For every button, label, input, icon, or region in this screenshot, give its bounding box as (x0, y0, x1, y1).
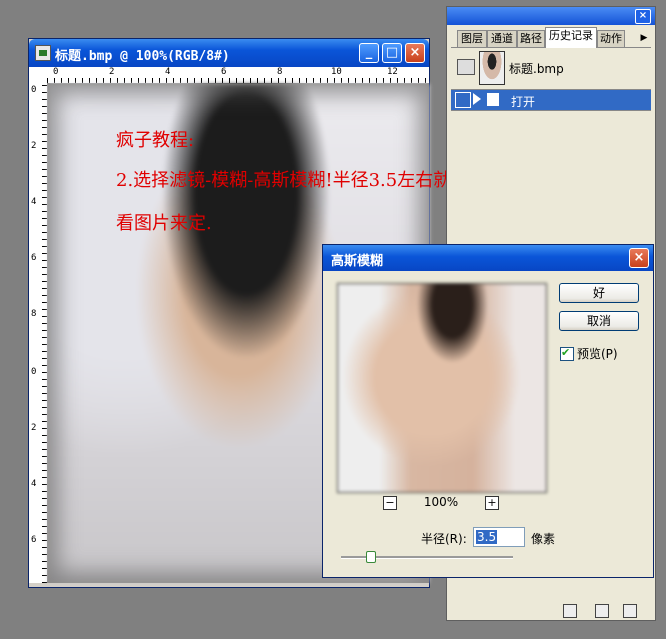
gaussian-blur-dialog[interactable]: 高斯模糊 × − 100% + 好 取消 预览(P) 半径(R): 3.5 像素 (322, 244, 654, 578)
snapshot-thumbnail (479, 51, 505, 85)
horizontal-ruler[interactable]: 0 2 4 6 8 10 12 (47, 67, 429, 84)
ruler-v-label: 6 (31, 535, 37, 545)
tutorial-note-step: 2.选择滤镜-模糊-高斯模糊!半径3.5左右就行了! (116, 170, 495, 191)
ruler-corner[interactable] (29, 67, 48, 84)
ruler-v-label: 4 (31, 197, 37, 207)
palette-footer (451, 602, 651, 618)
dialog-titlebar[interactable]: 高斯模糊 × (323, 245, 653, 271)
new-snapshot-icon[interactable] (595, 604, 609, 618)
zoom-level: 100% (423, 495, 459, 509)
preview-label[interactable]: 预览(P) (577, 345, 618, 362)
ok-button[interactable]: 好 (559, 283, 639, 303)
document-icon (35, 45, 51, 61)
document-step-icon (487, 93, 499, 106)
close-button[interactable]: × (405, 43, 425, 63)
radius-input[interactable]: 3.5 (473, 527, 525, 547)
palette-tabs: 图层 通道 路径 历史记录 动作 ▶ (451, 27, 651, 48)
ruler-v-label: 2 (31, 141, 37, 151)
history-brush-icon[interactable] (457, 59, 475, 75)
history-item-label: 打开 (511, 95, 536, 109)
history-item-open[interactable]: 打开 (451, 89, 651, 111)
close-icon: × (638, 10, 648, 21)
ruler-h-label: 0 (53, 67, 59, 77)
ruler-h-label: 2 (109, 67, 115, 77)
palette-titlebar[interactable]: × (447, 7, 655, 25)
ruler-v-label: 4 (31, 479, 37, 489)
palette-close-button[interactable]: × (635, 9, 651, 24)
trash-icon[interactable] (623, 604, 637, 618)
preview-checkbox[interactable] (560, 346, 574, 361)
ruler-v-label: 6 (31, 253, 37, 263)
vertical-ruler[interactable]: 0 2 4 6 8 0 2 4 6 (29, 83, 48, 583)
document-title: 标题.bmp @ 100%(RGB/8#) (55, 49, 230, 64)
maximize-icon: □ (385, 45, 399, 60)
history-state-slider-icon[interactable] (473, 93, 481, 105)
minimize-icon: _ (365, 45, 373, 60)
cancel-button[interactable]: 取消 (559, 311, 639, 331)
radius-value: 3.5 (476, 530, 498, 544)
tutorial-note-title: 疯子教程: (116, 130, 195, 151)
ruler-h-label: 12 (387, 67, 398, 77)
tutorial-note-hint: 看图片来定. (116, 213, 212, 234)
ruler-h-label: 6 (221, 67, 227, 77)
dialog-close-button[interactable]: × (629, 248, 649, 268)
radius-unit-label: 像素 (531, 532, 556, 546)
ruler-h-label: 10 (331, 67, 342, 77)
minimize-button[interactable]: _ (359, 43, 379, 63)
tab-actions[interactable]: 动作 (597, 30, 625, 47)
history-source-checkbox[interactable] (455, 92, 471, 108)
zoom-in-button[interactable]: + (485, 496, 499, 510)
history-snapshot[interactable]: 标题.bmp (451, 49, 651, 87)
tab-layers[interactable]: 图层 (457, 30, 487, 47)
palette-menu-arrow-icon[interactable]: ▶ (637, 30, 651, 46)
tab-channels[interactable]: 通道 (487, 30, 517, 47)
close-icon: × (633, 250, 645, 265)
ruler-h-label: 8 (277, 67, 283, 77)
blur-preview[interactable] (337, 283, 547, 493)
tab-paths[interactable]: 路径 (517, 30, 545, 47)
dialog-title: 高斯模糊 (331, 254, 384, 269)
ruler-v-label: 0 (31, 85, 37, 95)
new-document-from-state-icon[interactable] (563, 604, 577, 618)
tab-history[interactable]: 历史记录 (545, 27, 597, 48)
radius-slider-thumb[interactable] (366, 551, 377, 563)
ruler-h-label: 4 (165, 67, 171, 77)
ruler-v-label: 2 (31, 423, 37, 433)
document-titlebar[interactable]: 标题.bmp @ 100%(RGB/8#) _ □ × (29, 39, 429, 67)
close-icon: × (409, 45, 421, 60)
radius-label: 半径(R): (421, 532, 467, 546)
maximize-button[interactable]: □ (382, 43, 402, 63)
snapshot-label: 标题.bmp (509, 62, 564, 76)
ruler-v-label: 0 (31, 367, 37, 377)
ruler-v-label: 8 (31, 309, 37, 319)
zoom-out-button[interactable]: − (383, 496, 397, 510)
